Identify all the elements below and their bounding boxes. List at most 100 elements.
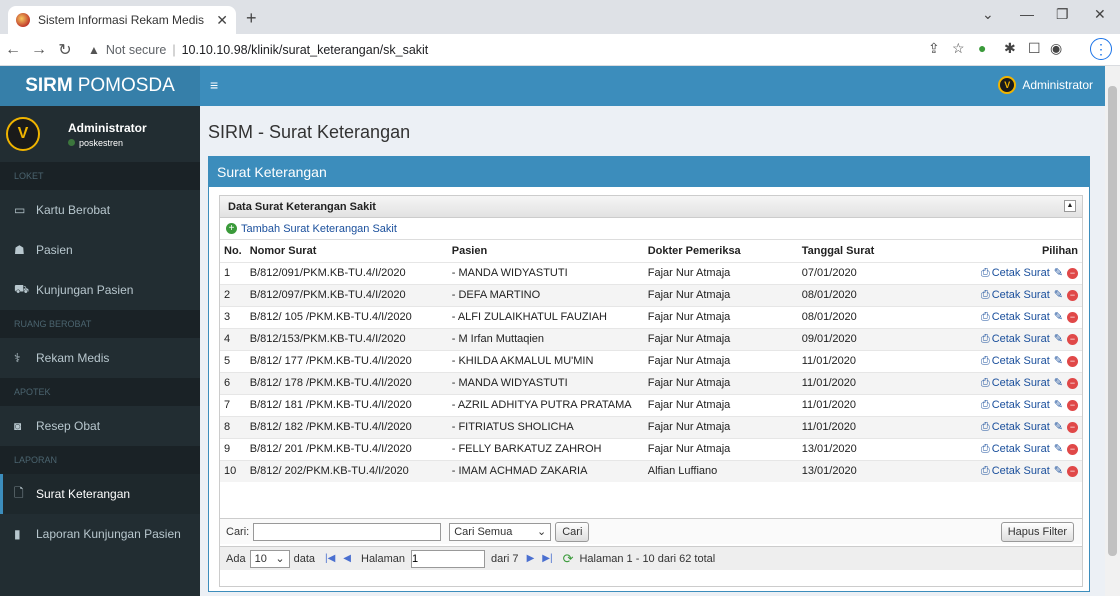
table-row[interactable]: 1 B/812/091/PKM.KB-TU.4/I/2020- MANDA WID…: [220, 261, 1082, 284]
delete-icon[interactable]: −: [1067, 377, 1078, 389]
print-button[interactable]: Cetak Surat: [992, 289, 1050, 301]
bookmark-star-icon[interactable]: ☆: [952, 40, 965, 57]
table-row[interactable]: 7 B/812/ 181 /PKM.KB-TU.4/I/2020- AZRIL A…: [220, 393, 1082, 416]
table-row[interactable]: 5 B/812/ 177 /PKM.KB-TU.4/I/2020- KHILDA …: [220, 349, 1082, 372]
edit-icon[interactable]: ✎: [1054, 399, 1063, 411]
refresh-icon[interactable]: ⟳: [563, 551, 574, 567]
search-input[interactable]: [253, 522, 442, 541]
column-header[interactable]: Nomor Surat: [245, 240, 448, 262]
prev-page-icon[interactable]: ◀: [343, 553, 351, 564]
column-header[interactable]: No.: [220, 240, 246, 262]
sidebar-item-kartu-berobat[interactable]: ▭ Kartu Berobat: [0, 190, 200, 230]
edit-icon[interactable]: ✎: [1054, 465, 1063, 477]
reset-filter-button[interactable]: Hapus Filter: [1000, 522, 1074, 542]
print-button[interactable]: Cetak Surat: [992, 267, 1050, 279]
sidebar-item-kunjungan-pasien[interactable]: ⛟ Kunjungan Pasien: [0, 270, 200, 310]
sidebar-item-laporan-kunjungan[interactable]: ▮ Laporan Kunjungan Pasien: [0, 514, 200, 554]
edit-icon[interactable]: ✎: [1054, 421, 1063, 433]
box-title: Surat Keterangan: [209, 157, 1089, 187]
back-icon[interactable]: ←: [0, 41, 26, 59]
menu-icon[interactable]: ⋮: [1090, 38, 1112, 60]
cell-actions: ⎙ Cetak Surat ✎ −: [947, 305, 1082, 328]
page-size-select[interactable]: 10 ⌄: [249, 549, 290, 568]
collapse-icon[interactable]: ▲: [1064, 200, 1076, 212]
hamburger-icon[interactable]: ≡: [210, 77, 218, 93]
print-button[interactable]: Cetak Surat: [992, 355, 1050, 367]
scrollbar-thumb[interactable]: [1108, 86, 1117, 556]
print-button[interactable]: Cetak Surat: [992, 377, 1050, 389]
close-window-icon[interactable]: ✕: [1094, 6, 1106, 23]
restore-icon[interactable]: ❐: [1056, 6, 1069, 23]
forward-icon[interactable]: →: [26, 41, 52, 59]
edit-icon[interactable]: ✎: [1054, 355, 1063, 367]
print-button[interactable]: Cetak Surat: [992, 399, 1050, 411]
minimize-icon[interactable]: —: [1020, 6, 1034, 22]
delete-icon[interactable]: −: [1067, 311, 1078, 323]
print-button[interactable]: Cetak Surat: [992, 443, 1050, 455]
delete-icon[interactable]: −: [1067, 421, 1078, 433]
sidepanel-icon[interactable]: ☐: [1028, 40, 1041, 57]
next-page-icon[interactable]: ▶: [527, 553, 535, 564]
cell-nomor-surat: B/812/ 177 /PKM.KB-TU.4/I/2020: [245, 349, 448, 372]
column-header[interactable]: Tanggal Surat: [797, 240, 948, 262]
chevron-down-icon[interactable]: ⌄: [982, 6, 994, 23]
puzzle-icon[interactable]: ✱: [1004, 40, 1016, 57]
edit-icon[interactable]: ✎: [1054, 443, 1063, 455]
delete-icon[interactable]: −: [1067, 443, 1078, 455]
sidebar-item-surat-keterangan[interactable]: 🗋 Surat Keterangan: [0, 474, 200, 514]
delete-icon[interactable]: −: [1067, 333, 1078, 345]
column-header[interactable]: Dokter Pemeriksa: [643, 240, 798, 262]
avatar: V: [6, 117, 40, 151]
delete-icon[interactable]: −: [1067, 399, 1078, 411]
address-bar[interactable]: ▲ Not secure | 10.10.10.98/klinik/surat_…: [88, 38, 908, 62]
table-row[interactable]: 10 B/812/ 202/PKM.KB-TU.4/I/2020- IMAM AC…: [220, 459, 1082, 482]
new-tab-icon[interactable]: +: [246, 8, 257, 29]
print-button[interactable]: Cetak Surat: [992, 465, 1050, 477]
user-name: Administrator: [68, 120, 147, 135]
browser-tab[interactable]: Sistem Informasi Rekam Medis P ✕: [8, 6, 236, 34]
add-button[interactable]: Tambah Surat Keterangan Sakit: [241, 223, 397, 235]
page-number-input[interactable]: [411, 549, 486, 568]
edit-icon[interactable]: ✎: [1054, 311, 1063, 323]
user-menu[interactable]: V Administrator: [998, 76, 1093, 94]
edit-icon[interactable]: ✎: [1054, 333, 1063, 345]
table-row[interactable]: 3 B/812/ 105 /PKM.KB-TU.4/I/2020- ALFI ZU…: [220, 305, 1082, 328]
cell-nomor-surat: B/812/ 201 /PKM.KB-TU.4/I/2020: [245, 437, 448, 460]
edit-icon[interactable]: ✎: [1054, 377, 1063, 389]
reload-icon[interactable]: ↻: [52, 40, 78, 60]
page-scrollbar[interactable]: [1105, 66, 1120, 596]
print-button[interactable]: Cetak Surat: [992, 333, 1050, 345]
table-row[interactable]: 2 B/812/097/PKM.KB-TU.4/I/2020- DEFA MART…: [220, 283, 1082, 306]
edit-icon[interactable]: ✎: [1054, 267, 1063, 279]
share-icon[interactable]: ⇪: [928, 40, 940, 57]
edit-icon[interactable]: ✎: [1054, 289, 1063, 301]
search-button[interactable]: Cari: [555, 521, 590, 542]
delete-icon[interactable]: −: [1067, 355, 1078, 367]
search-scope-select[interactable]: Cari Semua ⌄: [449, 522, 552, 541]
table-row[interactable]: 4 B/812/153/PKM.KB-TU.4/I/2020- M Irfan M…: [220, 327, 1082, 350]
sidebar-item-resep-obat[interactable]: ◙ Resep Obat: [0, 406, 200, 446]
app-logo[interactable]: SIRM POMOSDA: [0, 66, 200, 106]
delete-icon[interactable]: −: [1067, 267, 1078, 279]
delete-icon[interactable]: −: [1067, 289, 1078, 301]
first-page-icon[interactable]: |◀: [325, 553, 335, 564]
extension-icon[interactable]: ●: [978, 40, 986, 56]
file-icon: ▮: [14, 527, 21, 541]
close-tab-icon[interactable]: ✕: [216, 12, 228, 29]
table-row[interactable]: 9 B/812/ 201 /PKM.KB-TU.4/I/2020- FELLY B…: [220, 437, 1082, 460]
cell-pasien: - FITRIATUS SHOLICHA: [447, 415, 644, 438]
sidebar-item-rekam-medis[interactable]: ⚕ Rekam Medis: [0, 338, 200, 378]
table-row[interactable]: 8 B/812/ 182 /PKM.KB-TU.4/I/2020- FITRIAT…: [220, 415, 1082, 438]
column-header[interactable]: Pasien: [447, 240, 644, 262]
last-page-icon[interactable]: ▶|: [542, 553, 552, 564]
delete-icon[interactable]: −: [1067, 465, 1078, 477]
print-button[interactable]: Cetak Surat: [992, 311, 1050, 323]
cell-actions: ⎙ Cetak Surat ✎ −: [947, 415, 1082, 438]
printer-icon: ⎙: [980, 267, 990, 279]
cell-pasien: - FELLY BARKATUZ ZAHROH: [447, 437, 644, 460]
print-button[interactable]: Cetak Surat: [992, 421, 1050, 433]
column-header[interactable]: Pilihan: [947, 240, 1082, 262]
sidebar-item-pasien[interactable]: ☗ Pasien: [0, 230, 200, 270]
profile-icon[interactable]: ◉: [1050, 40, 1062, 57]
table-row[interactable]: 6 B/812/ 178 /PKM.KB-TU.4/I/2020- MANDA W…: [220, 371, 1082, 394]
